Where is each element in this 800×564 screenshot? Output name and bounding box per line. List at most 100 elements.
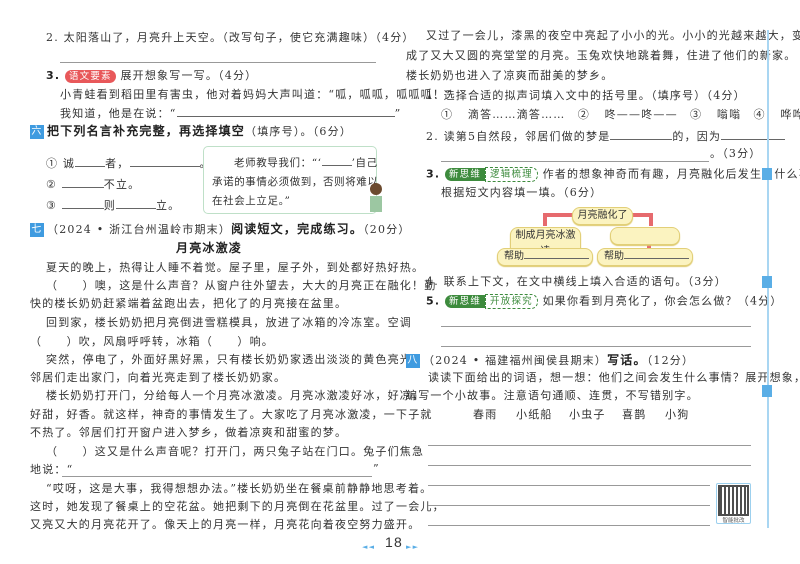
blank[interactable] — [75, 156, 106, 167]
t: 帮助 — [504, 251, 524, 262]
writing-line[interactable] — [428, 505, 710, 506]
arrow-connector — [543, 213, 573, 217]
blank[interactable] — [321, 155, 352, 166]
logic-tag: 逻辑梳理 — [485, 167, 538, 182]
q1-options: ① 滴答……滴答…… ② 咚——咚—— ③ 嗡嗡 ④ 哗哗 — [441, 108, 800, 122]
yuwen-tag: 语文要素 — [64, 69, 116, 83]
boy-illustration-icon — [370, 183, 384, 213]
question-3: 3. 语文要素 展开想象写一写。（4分） — [46, 69, 257, 83]
t: 2. 读第5自然段，邻居们做的梦是 — [426, 130, 611, 143]
qr-code-icon — [718, 485, 749, 516]
q3-prompt: 我知道，他是在说：“ — [60, 107, 177, 120]
option: ③ 嗡嗡 — [690, 108, 742, 121]
story-line: “哎呀，这是大事，我得想想办法。”楼长奶奶坐在餐桌前静静地思考着。 — [46, 482, 433, 495]
open-tag: 开放探究 — [485, 294, 538, 309]
section-title: 把下列名言补充完整，再选择填空 — [47, 124, 246, 138]
story-line: 好甜，好香。就这样，神奇的事情发生了。大家吃了月亮冰激凌，一下子就 — [30, 408, 433, 421]
section-note: （填序号）。（6分） — [245, 125, 353, 138]
diagram-help-left[interactable]: 帮助 — [497, 248, 593, 266]
side-tab-icon[interactable] — [762, 385, 772, 397]
answer-line[interactable] — [62, 476, 372, 477]
story-line: （ ）噢，这是什么声音？从窗户往外望去，大大的月亮正在融化！勤 — [46, 279, 437, 292]
diagram-help-right[interactable]: 帮助 — [597, 248, 693, 266]
blank[interactable] — [61, 177, 104, 188]
score: （12分） — [646, 354, 695, 367]
q-num: 5. — [426, 294, 441, 308]
prev-arrows-icon[interactable]: ◄◄ — [362, 540, 375, 554]
label: 者， — [105, 157, 130, 170]
t: 的，因为 — [672, 130, 722, 143]
label: ② — [46, 178, 58, 191]
label: 不立。 — [103, 178, 141, 191]
page-number: 18 — [385, 534, 403, 550]
next-arrows-icon[interactable]: ►► — [406, 540, 419, 554]
side-tab-icon[interactable] — [762, 276, 772, 288]
q-text: 如果你看到月亮化了，你会怎么做？（4分） — [542, 294, 783, 308]
quote-close: ” — [373, 462, 380, 475]
word: 春雨 — [473, 408, 498, 421]
score: 。（3分） — [710, 147, 762, 160]
story-line: 快的楼长奶奶赶紧端着盆跑出去，把化了的月亮接在盆里。 — [30, 297, 348, 310]
option: ① 滴答……滴答…… — [441, 108, 566, 121]
story-line: 又过了一会儿，漆黑的夜空中亮起了小小的光。小小的光越来越大，变 — [426, 29, 800, 42]
story-line: 不热了。邻居们打开窗户进入梦乡，做着凉爽和甜蜜的梦。 — [30, 426, 348, 439]
label: ③ — [46, 199, 58, 212]
story-title: 月亮冰激凌 — [176, 241, 243, 255]
blank[interactable] — [721, 129, 786, 140]
word: 小虫子 — [569, 408, 606, 421]
section-6-header: 六把下列名言补充完整，再选择填空（填序号）。（6分） — [30, 124, 352, 139]
s8-line-1: 读读下面给出的词语，想一想：他们之间会发生什么事情？展开想象， — [428, 371, 800, 384]
qr-code-card[interactable]: 智能批改 — [716, 483, 751, 524]
story-line: 楼长奶奶打开门，分给每人一个月亮冰激凌。月亮冰激凌好冰，好凉， — [46, 389, 425, 402]
blank[interactable] — [610, 129, 673, 140]
option: ② 咚——咚—— — [577, 108, 678, 121]
story-line: （ ）吹，风扇呼呼转，冰箱（ ）响。 — [30, 335, 274, 348]
question-4: 4. 联系上下文，在文中横线上填入合适的语句。（3分） — [426, 275, 727, 288]
answer-line[interactable] — [441, 346, 751, 347]
blank[interactable] — [115, 198, 156, 209]
qr-label: 智能批改 — [722, 518, 745, 524]
arrow-connector — [543, 213, 547, 226]
source: （2024 • 浙江台州温岭市期末） — [47, 223, 232, 236]
xinsiwei-tag: 新思维 — [444, 295, 486, 308]
section-number: 七 — [30, 223, 44, 237]
answer-line[interactable] — [441, 161, 709, 162]
writing-line[interactable] — [428, 445, 751, 446]
blank[interactable] — [61, 198, 104, 209]
writing-line[interactable] — [428, 465, 751, 466]
q-num: 3. — [46, 69, 61, 82]
label: 立。 — [155, 199, 181, 212]
side-tab-icon[interactable] — [762, 168, 772, 180]
answer-blank[interactable] — [176, 106, 395, 117]
answer-line[interactable] — [60, 62, 376, 63]
q3-text-2: 根据短文内容填一填。（6分） — [441, 186, 603, 199]
box-line-2: 承诺的事情必须做到，否则将难以 — [212, 176, 379, 188]
teacher-quote-box: 老师教导我们：“‘ ’自己 承诺的事情必须做到，否则将难以 在社会上立足。” — [203, 146, 382, 214]
writing-line[interactable] — [428, 485, 710, 486]
q3-line-1: 小青蛙看到稻田里有害虫，他对着妈妈大声叫道：“呱，呱呱，呱呱呱！” — [60, 88, 452, 101]
t: ’自己 — [351, 157, 378, 169]
label: ① 诚 — [46, 157, 76, 170]
s6-item-1: ① 诚者，。 — [46, 156, 212, 171]
xinsiwei-tag: 新思维 — [444, 168, 486, 181]
diagram-node-right-blank[interactable] — [610, 227, 680, 245]
section-number: 八 — [406, 354, 420, 368]
quote-close: ” — [394, 107, 402, 120]
diagram-node-top: 月亮融化了 — [572, 207, 633, 225]
answer-line[interactable] — [441, 326, 751, 327]
s8-line-2: 编写一个小故事。注意语句通顺、连贯，不写错别字。 — [406, 389, 699, 402]
question-1: 1. 选择合适的拟声词填入文中的括号里。（填序号）（4分） — [426, 89, 746, 102]
box-line-1: 老师教导我们：“‘ ’自己 — [234, 155, 378, 170]
blank[interactable] — [524, 249, 589, 259]
blank[interactable] — [129, 156, 200, 167]
section-number: 六 — [30, 125, 44, 139]
q3-line-2: 我知道，他是在说：“ ” — [60, 106, 401, 121]
label: 则 — [103, 199, 116, 212]
story-line: 邻居们走出家门，向着光亮走到了楼长奶奶家。 — [30, 371, 287, 384]
word: 喜鹊 — [622, 408, 647, 421]
writing-line[interactable] — [428, 525, 710, 526]
section-title: 写话。 — [607, 353, 647, 367]
box-line-3: 在社会上立足。” — [212, 195, 291, 207]
question-2: 2. 读第5自然段，邻居们做的梦是 的，因为 — [426, 129, 786, 144]
blank[interactable] — [624, 249, 689, 259]
